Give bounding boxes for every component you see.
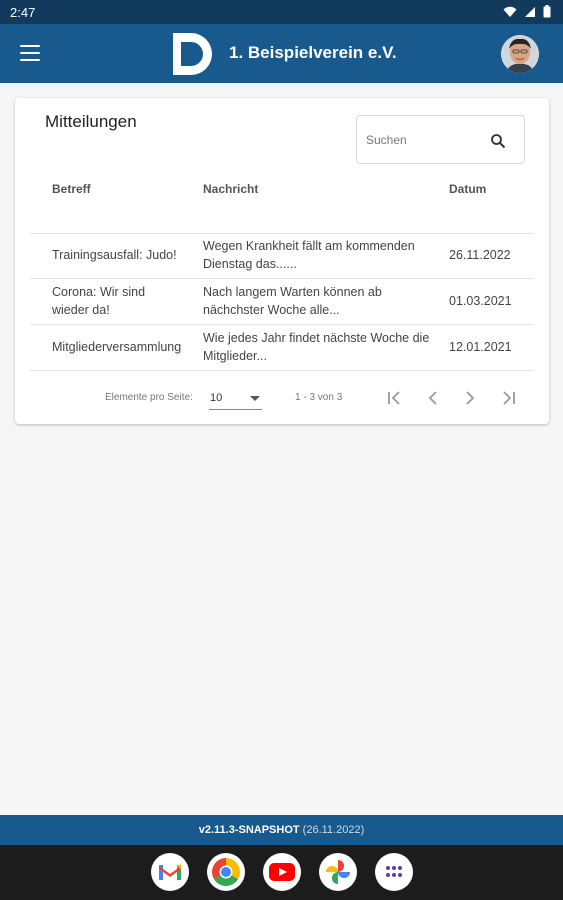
- items-per-page-label: Elemente pro Seite:: [105, 392, 193, 403]
- wifi-icon: [503, 6, 517, 17]
- chevron-right-icon: [466, 391, 475, 405]
- messages-card: Mitteilungen Betreff Nachricht Datum Tra…: [15, 98, 549, 424]
- cell-datum: 12.01.2021: [449, 340, 512, 354]
- cell-betreff: Trainingsausfall: Judo!: [52, 248, 177, 262]
- page-size-select[interactable]: 10: [209, 388, 262, 410]
- cell-betreff: Mitgliederversammlung: [52, 340, 182, 354]
- build-date-label: (26.11.2022): [302, 824, 365, 836]
- page-size-value: 10: [210, 392, 223, 404]
- battery-icon: [543, 5, 551, 18]
- card-title: Mitteilungen: [45, 112, 137, 131]
- cell-nachricht: Wie jedes Jahr findet nächste Woche die …: [203, 331, 430, 363]
- club-logo-icon: [173, 33, 212, 75]
- app-bar: 1. Beispielverein e.V.: [0, 24, 563, 83]
- photos-icon[interactable]: [319, 853, 357, 891]
- search-input[interactable]: [366, 130, 476, 150]
- row-divider: [30, 233, 534, 234]
- last-page-button[interactable]: [497, 387, 519, 409]
- previous-page-button[interactable]: [422, 387, 444, 409]
- row-divider: [30, 278, 534, 279]
- app-title: 1. Beispielverein e.V.: [229, 43, 397, 62]
- cell-nachricht: Wegen Krankheit fällt am kommenden Diens…: [203, 239, 415, 271]
- next-page-button[interactable]: [459, 387, 481, 409]
- version-label: v2.11.3-SNAPSHOT: [198, 824, 300, 836]
- version-footer: v2.11.3-SNAPSHOT (26.11.2022): [0, 815, 563, 845]
- chevron-left-icon: [428, 391, 437, 405]
- search-field[interactable]: [356, 115, 525, 164]
- search-icon[interactable]: [490, 133, 506, 149]
- app-drawer-icon[interactable]: [375, 853, 413, 891]
- menu-icon[interactable]: [17, 42, 43, 64]
- status-bar: 2:47: [0, 0, 563, 24]
- cell-betreff: Corona: Wir sind wieder da!: [52, 285, 146, 317]
- chevron-down-icon: [250, 396, 260, 401]
- status-time: 2:47: [10, 5, 36, 20]
- first-page-icon: [388, 391, 400, 405]
- system-dock: [0, 845, 563, 900]
- column-header-nachricht[interactable]: Nachricht: [203, 182, 258, 196]
- cell-nachricht: Nach langem Warten können ab nächchster …: [203, 285, 382, 317]
- chrome-icon[interactable]: [207, 853, 245, 891]
- page-range-label: 1 - 3 von 3: [295, 392, 343, 403]
- gmail-icon[interactable]: [151, 853, 189, 891]
- user-avatar[interactable]: [501, 35, 539, 73]
- cell-datum: 01.03.2021: [449, 294, 512, 308]
- row-divider: [30, 370, 534, 371]
- column-header-datum[interactable]: Datum: [449, 182, 486, 196]
- signal-icon: [525, 6, 535, 17]
- row-divider: [30, 324, 534, 325]
- cell-datum: 26.11.2022: [449, 248, 511, 262]
- first-page-button[interactable]: [384, 387, 406, 409]
- column-header-betreff[interactable]: Betreff: [52, 182, 91, 196]
- youtube-icon[interactable]: [263, 853, 301, 891]
- status-icons: [503, 5, 551, 18]
- last-page-icon: [503, 391, 515, 405]
